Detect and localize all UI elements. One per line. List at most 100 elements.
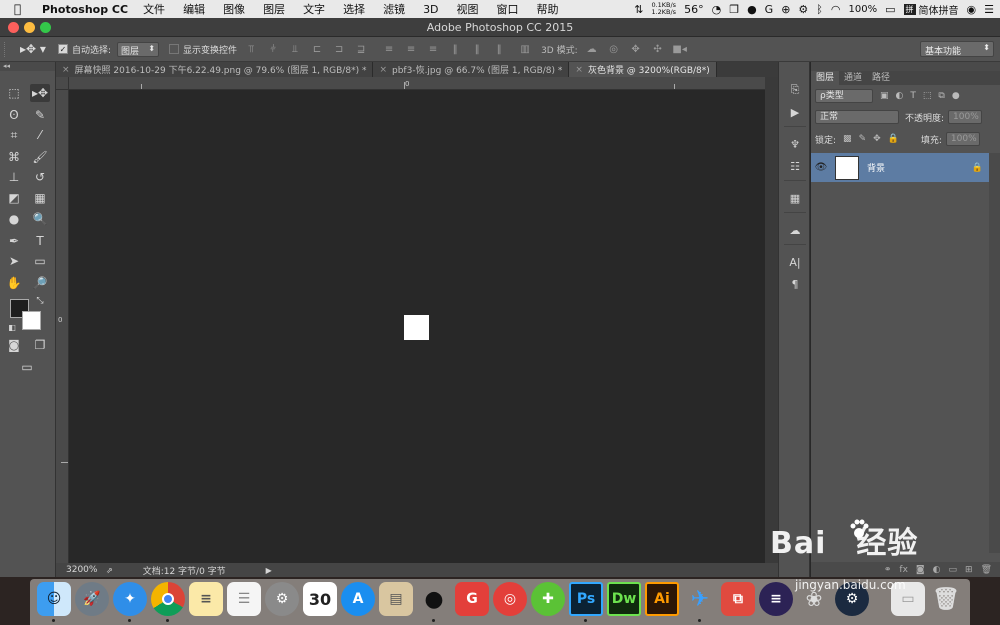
align-left-icon[interactable]: ⊏: [309, 43, 325, 55]
blur-tool-icon[interactable]: ●: [4, 210, 24, 228]
calendar-icon[interactable]: 30: [303, 582, 337, 616]
fx-icon[interactable]: fx: [899, 565, 908, 575]
hand-tool-icon[interactable]: ✋: [4, 274, 24, 292]
layers-panel-header[interactable]: [811, 62, 1000, 71]
input-method[interactable]: 拼简体拼音: [903, 2, 959, 17]
tab-paths[interactable]: 路径: [867, 71, 895, 85]
tab-document-1[interactable]: × 屏幕快照 2016-10-29 下午6.22.49.png @ 79.6% (…: [56, 62, 374, 77]
distribute-right-icon[interactable]: ‖: [491, 43, 507, 55]
libraries-icon[interactable]: ☁: [786, 222, 804, 238]
distribute-vcenter-icon[interactable]: ≡: [403, 43, 419, 55]
filter-shape-icon[interactable]: ⬚: [923, 91, 932, 101]
lasso-tool-icon[interactable]: ʘ: [4, 106, 24, 124]
document-canvas[interactable]: [404, 315, 429, 340]
3d-orbit-icon[interactable]: ☁: [584, 43, 600, 55]
menu-filter[interactable]: 滤镜: [383, 1, 405, 17]
feiyu-icon[interactable]: ✈: [683, 582, 717, 616]
tab-layers[interactable]: 图层: [811, 71, 840, 85]
swatches-icon[interactable]: ▦: [786, 190, 804, 206]
gauge-icon[interactable]: ◔: [712, 3, 722, 16]
distribute-left-icon[interactable]: ‖: [447, 43, 463, 55]
tool-app-icon[interactable]: ⧉: [721, 582, 755, 616]
trash-icon[interactable]: 🗑: [929, 582, 963, 616]
brush-tool-icon[interactable]: 🖌: [30, 148, 50, 166]
battery-percent[interactable]: 100%: [849, 4, 878, 15]
illustrator-icon[interactable]: Ai: [645, 582, 679, 616]
tab-document-2[interactable]: × pbf3-恢.jpg @ 66.7% (图层 1, RGB/8) *: [373, 62, 570, 77]
gear-icon[interactable]: ⚙: [798, 3, 808, 16]
layer-filter-select[interactable]: ρ类型: [815, 89, 873, 103]
default-colors-icon[interactable]: ◧: [2, 318, 22, 336]
new-adjustment-icon[interactable]: ◐: [933, 565, 941, 575]
filter-type-icon[interactable]: T: [910, 91, 916, 101]
eye-icon[interactable]: 👁: [811, 162, 831, 173]
options-bar-grip[interactable]: [4, 41, 12, 57]
new-layer-icon[interactable]: ⊞: [965, 565, 973, 575]
menu-file[interactable]: 文件: [143, 1, 165, 17]
healing-brush-tool-icon[interactable]: ⌘: [4, 148, 24, 166]
show-transform-checkbox[interactable]: [169, 44, 180, 54]
adjustments-icon[interactable]: ☷: [786, 158, 804, 174]
lock-all-icon[interactable]: 🔒: [888, 134, 899, 144]
layers-scrollbar[interactable]: [989, 153, 1000, 553]
link-layers-icon[interactable]: ⚭: [884, 565, 892, 575]
netease-icon[interactable]: G: [455, 582, 489, 616]
align-vcenter-icon[interactable]: ⫩: [265, 43, 281, 55]
close-tab-icon[interactable]: ×: [62, 65, 70, 75]
wifi-icon[interactable]: ◠: [831, 3, 841, 16]
horizontal-ruler[interactable]: 0: [69, 77, 765, 90]
auto-select-target-select[interactable]: 图层 ⬍: [117, 41, 160, 57]
quick-select-tool-icon[interactable]: ✎: [30, 106, 50, 124]
fill-input[interactable]: 100%: [945, 132, 980, 146]
battery-icon[interactable]: ▭: [885, 3, 895, 16]
artboard-icon[interactable]: ❐: [30, 336, 50, 354]
character-icon[interactable]: A|: [786, 254, 804, 270]
align-top-icon[interactable]: ⫪: [243, 43, 259, 55]
filter-smart-object-icon[interactable]: ⧉: [938, 91, 944, 101]
close-tab-icon[interactable]: ×: [379, 65, 387, 75]
align-right-icon[interactable]: ⊒: [353, 43, 369, 55]
safari-icon[interactable]: ✦: [113, 582, 147, 616]
app-menu[interactable]: Photoshop CC: [42, 3, 128, 16]
tab-document-3[interactable]: × 灰色背景 @ 3200%(RGB/8*): [569, 62, 717, 77]
system-preferences-icon[interactable]: ⚙: [265, 582, 299, 616]
vertical-ruler[interactable]: 0: [56, 90, 69, 563]
close-tab-icon[interactable]: ×: [575, 65, 583, 75]
netease-music-icon[interactable]: ◎: [493, 582, 527, 616]
tab-channels[interactable]: 通道: [839, 71, 867, 85]
lock-transparent-icon[interactable]: ▩: [843, 134, 852, 144]
menu-edit[interactable]: 编辑: [183, 1, 205, 17]
canvas-area[interactable]: [69, 91, 765, 563]
status-menu-arrow-icon[interactable]: ▶: [266, 566, 272, 575]
blend-mode-select[interactable]: 正常: [815, 110, 899, 124]
distribute-hcenter-icon[interactable]: ‖: [469, 43, 485, 55]
bluetooth-icon[interactable]: ᛒ: [816, 3, 823, 16]
qq-icon[interactable]: ●: [747, 3, 757, 16]
window-icon[interactable]: ❐: [729, 3, 739, 16]
actions-panel-icon[interactable]: ▶: [786, 104, 804, 120]
tools-panel-collapse[interactable]: ◂◂: [0, 62, 55, 71]
workspace-select[interactable]: 基本功能 ⬍: [920, 41, 994, 57]
move-tool-preset-icon[interactable]: ▸✥ ▾: [20, 42, 48, 56]
menu-select[interactable]: 选择: [343, 1, 365, 17]
zoom-level[interactable]: 3200%: [66, 565, 102, 575]
add-mask-icon[interactable]: ◙: [916, 565, 925, 575]
lock-image-icon[interactable]: ✎: [859, 134, 867, 144]
cpu-temp[interactable]: 56°: [684, 3, 704, 16]
finder-icon[interactable]: ☺: [37, 582, 71, 616]
3d-slide-icon[interactable]: ✣: [650, 43, 666, 55]
path-select-tool-icon[interactable]: ➤: [4, 252, 24, 270]
filter-adjustment-icon[interactable]: ◐: [896, 91, 904, 101]
quick-mask-icon[interactable]: ◙: [4, 336, 24, 354]
siri-icon[interactable]: ◉: [967, 3, 977, 16]
menu-3d[interactable]: 3D: [423, 3, 438, 16]
sync-icon[interactable]: ⇅: [634, 3, 643, 16]
apple-icon[interactable]: : [14, 2, 30, 16]
launchpad-icon[interactable]: 🚀: [75, 582, 109, 616]
menu-window[interactable]: 窗口: [497, 1, 519, 17]
menu-help[interactable]: 帮助: [537, 1, 559, 17]
history-brush-tool-icon[interactable]: ↺: [30, 168, 50, 186]
align-bottom-icon[interactable]: ⫫: [287, 43, 303, 55]
g-icon[interactable]: G: [765, 3, 774, 16]
swap-colors-icon[interactable]: ⤡: [30, 292, 50, 310]
